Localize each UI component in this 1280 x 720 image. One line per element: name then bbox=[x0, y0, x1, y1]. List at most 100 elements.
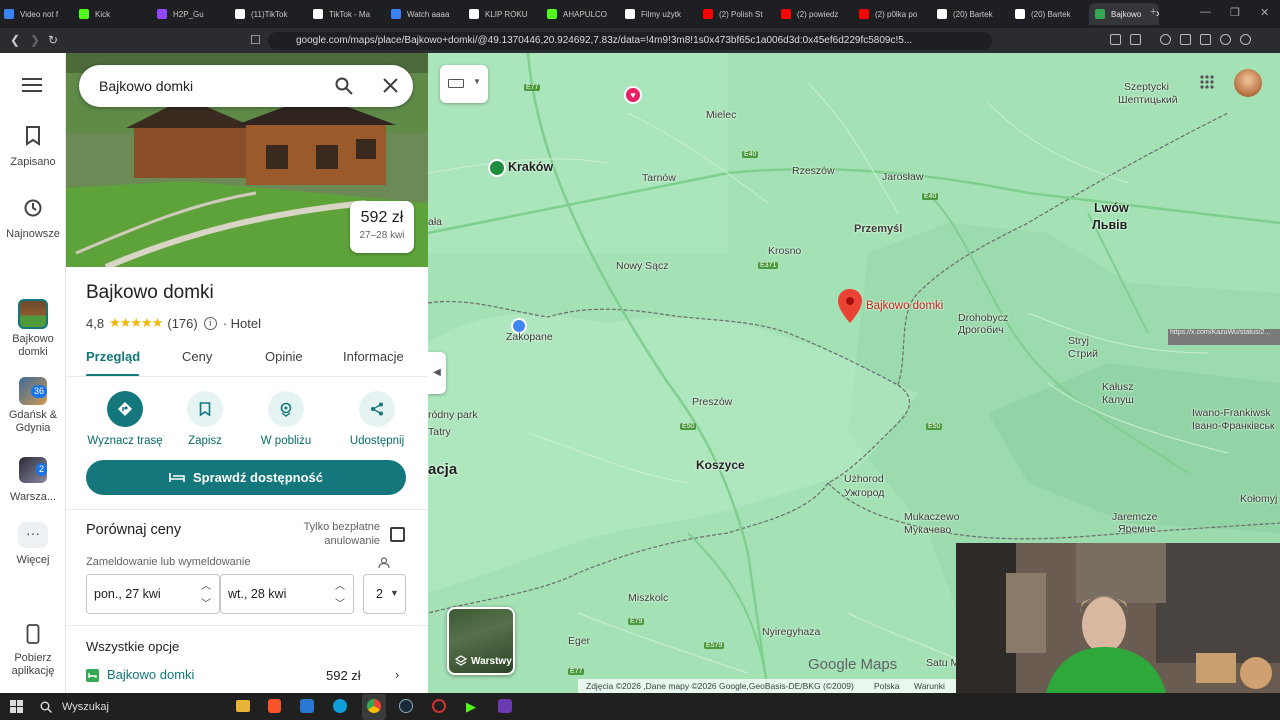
city-label[interactable]: Kałusz bbox=[1102, 381, 1134, 393]
city-label[interactable]: Львів bbox=[1092, 218, 1127, 232]
wallet-icon[interactable] bbox=[1200, 34, 1211, 45]
browser-tab[interactable]: (11)TikTok bbox=[235, 3, 313, 25]
rail-get-app[interactable]: Pobierz aplikację bbox=[0, 624, 66, 678]
search-icon[interactable] bbox=[335, 77, 353, 95]
option-name[interactable]: Bajkowo domki bbox=[107, 667, 194, 682]
option-row[interactable]: Bajkowo domki 592 zł › bbox=[86, 667, 408, 685]
share-button[interactable]: Udostępnij bbox=[332, 391, 422, 447]
rail-saved[interactable]: Zapisano bbox=[0, 126, 66, 169]
close-icon[interactable] bbox=[383, 78, 398, 93]
media-icon[interactable] bbox=[1160, 34, 1171, 45]
city-label[interactable]: Калуш bbox=[1102, 394, 1134, 406]
rail-place-warszawa[interactable]: 2 Warsza... bbox=[0, 457, 66, 504]
reader-icon[interactable] bbox=[1180, 34, 1191, 45]
app-icon[interactable] bbox=[498, 699, 512, 713]
guests-select[interactable]: 2 ▼ bbox=[363, 574, 406, 614]
reload-icon[interactable]: ↻ bbox=[48, 33, 58, 47]
chevron-down-icon[interactable]: ﹀ bbox=[335, 595, 345, 610]
city-label[interactable]: Mukaczewo bbox=[904, 511, 959, 523]
city-label[interactable]: Stryj bbox=[1068, 335, 1089, 347]
rail-place-bajkowo[interactable]: Bajkowo domki bbox=[0, 299, 66, 359]
search-input[interactable] bbox=[99, 75, 319, 97]
nearby-button[interactable]: W pobliżu bbox=[250, 391, 322, 447]
city-label[interactable]: Lwów bbox=[1094, 201, 1129, 215]
city-label[interactable]: Użhorod bbox=[844, 473, 884, 485]
park-label[interactable]: ródny park bbox=[428, 409, 478, 421]
city-label[interactable]: Eger bbox=[568, 635, 590, 647]
review-count[interactable]: (176) bbox=[167, 316, 197, 331]
chrome-icon[interactable] bbox=[367, 699, 381, 713]
checkout-field[interactable]: wt., 28 kwi ︿ ﹀ bbox=[220, 574, 354, 614]
city-label[interactable]: Preszów bbox=[692, 396, 732, 408]
checkin-field[interactable]: pon., 27 kwi ︿ ﹀ bbox=[86, 574, 220, 614]
extensions-icon[interactable] bbox=[1110, 34, 1121, 45]
city-label[interactable]: Jarosław bbox=[882, 171, 923, 183]
browser-tab[interactable]: (20) Bartek bbox=[1015, 3, 1089, 25]
back-arrow-icon[interactable]: ❮ bbox=[10, 33, 20, 47]
city-label[interactable]: Szeptycki bbox=[1124, 81, 1169, 93]
tab-overview[interactable]: Przegląd bbox=[86, 349, 140, 364]
rail-place-gdansk[interactable]: 36 Gdańsk & Gdynia bbox=[0, 377, 66, 435]
location-pin[interactable] bbox=[838, 289, 862, 328]
free-cancel-checkbox[interactable] bbox=[390, 527, 405, 542]
city-label[interactable]: Tatry bbox=[428, 426, 451, 438]
city-label[interactable]: Przemyśl bbox=[854, 223, 902, 235]
pin-label[interactable]: Bajkowo domki bbox=[866, 300, 943, 312]
rail-recent[interactable]: Najnowsze bbox=[0, 198, 66, 241]
google-apps-icon[interactable] bbox=[1200, 75, 1214, 89]
address-bar[interactable]: google.com/maps/place/Bajkowo+domki/@49.… bbox=[268, 32, 992, 50]
restore-icon[interactable]: ❐ bbox=[1230, 6, 1240, 19]
city-label[interactable]: Nowy Sącz bbox=[616, 260, 669, 272]
city-label[interactable]: Drohobycz bbox=[958, 312, 1008, 324]
rail-more[interactable]: ··· Więcej bbox=[0, 522, 66, 567]
city-label[interactable]: Мукачево bbox=[904, 524, 951, 536]
save-button[interactable]: Zapisz bbox=[170, 391, 240, 447]
steam-icon[interactable] bbox=[399, 699, 413, 713]
browser-tab[interactable]: (2) powiedz bbox=[781, 3, 859, 25]
city-label[interactable]: Дрогобич bbox=[958, 324, 1004, 336]
hero-price-badge[interactable]: 592 zł 27–28 kwi bbox=[350, 201, 414, 253]
browser-tab[interactable]: KLIP ROKU bbox=[469, 3, 547, 25]
sidebar-icon[interactable] bbox=[1130, 34, 1141, 45]
browser-tab[interactable]: Filmy użytk bbox=[625, 3, 703, 25]
forward-arrow-icon[interactable]: ❯ bbox=[30, 33, 40, 47]
bookmark-page-icon[interactable]: ☐ bbox=[250, 33, 261, 47]
saved-place-marker-icon[interactable] bbox=[488, 159, 506, 177]
edge-icon[interactable] bbox=[333, 699, 347, 713]
city-label[interactable]: Івано-Франківськ bbox=[1192, 420, 1275, 432]
city-label[interactable]: Rzeszów bbox=[792, 165, 835, 177]
city-label[interactable]: ała bbox=[428, 216, 442, 228]
saved-place-heart-icon[interactable]: ♥ bbox=[624, 86, 642, 104]
browser-tab[interactable]: AHAPULCO bbox=[547, 3, 625, 25]
task-app-icon[interactable] bbox=[300, 699, 314, 713]
kick-app-icon[interactable]: ▶ bbox=[466, 699, 476, 715]
obs-icon[interactable] bbox=[432, 699, 446, 713]
city-label[interactable]: Стрий bbox=[1068, 348, 1098, 360]
city-label[interactable]: Koszyce bbox=[696, 458, 745, 472]
city-label[interactable]: Krosno bbox=[768, 245, 801, 257]
country-link[interactable]: Polska bbox=[874, 681, 900, 691]
city-label[interactable]: Nyiregyhaza bbox=[762, 626, 820, 638]
city-label[interactable]: Яремче bbox=[1118, 523, 1156, 535]
directions-button[interactable]: Wyznacz trasę bbox=[80, 391, 170, 447]
check-availability-button[interactable]: Sprawdź dostępność bbox=[86, 460, 406, 495]
hamburger-menu-icon[interactable] bbox=[22, 78, 42, 92]
city-label[interactable]: Iwano-Frankiwsk bbox=[1192, 407, 1271, 419]
tab-info[interactable]: Informacje bbox=[343, 349, 404, 364]
browser-tab[interactable]: (20) Bartek bbox=[937, 3, 1015, 25]
browser-tab[interactable]: (2) p0lka po bbox=[859, 3, 937, 25]
brave-icon[interactable] bbox=[268, 699, 281, 713]
browser-tab[interactable]: H2P_Gu bbox=[157, 3, 235, 25]
vpn-icon[interactable] bbox=[1240, 34, 1251, 45]
browser-tab[interactable]: TikTok - Ma bbox=[313, 3, 391, 25]
city-label[interactable]: Tarnów bbox=[642, 172, 676, 184]
map-type-selector[interactable]: ▼ bbox=[440, 65, 488, 103]
leo-ai-icon[interactable] bbox=[1220, 34, 1231, 45]
city-label[interactable]: Zakopane bbox=[506, 331, 553, 343]
info-icon[interactable]: i bbox=[203, 316, 217, 330]
browser-tab[interactable]: Video not f bbox=[4, 3, 79, 25]
chevron-right-icon[interactable]: › bbox=[395, 667, 399, 682]
windows-start-icon[interactable] bbox=[10, 700, 23, 713]
account-avatar[interactable] bbox=[1234, 69, 1262, 97]
layers-button[interactable]: Warstwy bbox=[447, 607, 515, 675]
